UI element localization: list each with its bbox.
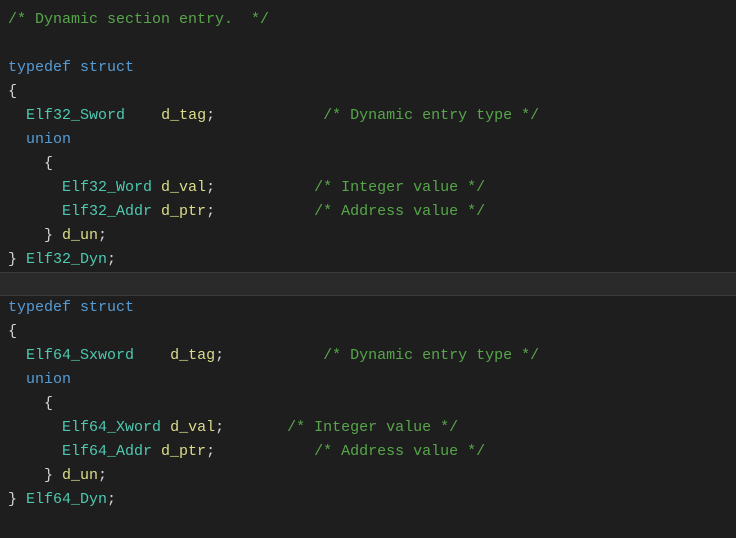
semicolon: ; — [206, 179, 314, 196]
indent — [8, 131, 26, 148]
type-name: Elf32_Sword — [26, 107, 125, 124]
identifier: d_ptr — [161, 443, 206, 460]
type-name: Elf64_Addr — [62, 443, 152, 460]
semicolon: ; — [98, 227, 107, 244]
brace-close: } — [8, 251, 26, 268]
identifier: d_val — [161, 179, 206, 196]
code-line[interactable]: Elf64_Xword d_val; /* Integer value */ — [0, 416, 736, 440]
identifier: d_ptr — [161, 203, 206, 220]
code-line[interactable]: { — [0, 320, 736, 344]
semicolon: ; — [206, 107, 323, 124]
code-line[interactable]: } Elf64_Dyn; — [0, 488, 736, 512]
semicolon: ; — [107, 491, 116, 508]
code-line[interactable]: } d_un; — [0, 464, 736, 488]
code-line[interactable]: { — [0, 392, 736, 416]
code-line[interactable]: union — [0, 128, 736, 152]
keyword-struct: struct — [71, 59, 134, 76]
code-line[interactable]: union — [0, 368, 736, 392]
spacer — [152, 179, 161, 196]
code-line-current[interactable] — [0, 272, 736, 296]
code-line[interactable]: typedef struct — [0, 56, 736, 80]
indent — [8, 107, 26, 124]
brace-close: } — [8, 467, 62, 484]
code-line[interactable]: Elf64_Sxword d_tag; /* Dynamic entry typ… — [0, 344, 736, 368]
spacer — [125, 107, 161, 124]
spacer — [152, 203, 161, 220]
code-line[interactable]: typedef struct — [0, 296, 736, 320]
indent — [8, 419, 62, 436]
brace-open: { — [8, 155, 53, 172]
code-line[interactable]: /* Dynamic section entry. */ — [0, 8, 736, 32]
code-line[interactable] — [0, 32, 736, 56]
code-line[interactable]: Elf32_Addr d_ptr; /* Address value */ — [0, 200, 736, 224]
code-line[interactable]: } Elf32_Dyn; — [0, 248, 736, 272]
semicolon: ; — [206, 443, 314, 460]
keyword-typedef: typedef — [8, 59, 71, 76]
brace-close: } — [8, 227, 62, 244]
keyword-union: union — [26, 371, 71, 388]
comment-text: /* Dynamic section entry. */ — [8, 11, 269, 28]
spacer — [161, 419, 170, 436]
indent — [8, 347, 26, 364]
code-line[interactable]: } d_un; — [0, 224, 736, 248]
semicolon: ; — [98, 467, 107, 484]
semicolon: ; — [206, 203, 314, 220]
brace-open: { — [8, 395, 53, 412]
comment-text: /* Address value */ — [314, 203, 485, 220]
type-name: Elf32_Dyn — [26, 251, 107, 268]
type-name: Elf64_Sxword — [26, 347, 134, 364]
spacer — [134, 347, 170, 364]
brace-open: { — [8, 83, 17, 100]
comment-text: /* Integer value */ — [314, 179, 485, 196]
identifier: d_tag — [170, 347, 215, 364]
indent — [8, 203, 62, 220]
brace-open: { — [8, 323, 17, 340]
keyword-struct: struct — [71, 299, 134, 316]
semicolon: ; — [107, 251, 116, 268]
code-line[interactable]: { — [0, 152, 736, 176]
semicolon: ; — [215, 347, 323, 364]
identifier: d_un — [62, 227, 98, 244]
semicolon: ; — [215, 419, 287, 436]
comment-text: /* Address value */ — [314, 443, 485, 460]
type-name: Elf32_Addr — [62, 203, 152, 220]
spacer — [152, 443, 161, 460]
comment-text: /* Integer value */ — [287, 419, 458, 436]
keyword-union: union — [26, 131, 71, 148]
type-name: Elf64_Dyn — [26, 491, 107, 508]
identifier: d_val — [170, 419, 215, 436]
type-name: Elf32_Word — [62, 179, 152, 196]
code-editor[interactable]: /* Dynamic section entry. */ typedef str… — [0, 8, 736, 512]
brace-close: } — [8, 491, 26, 508]
code-line[interactable]: Elf64_Addr d_ptr; /* Address value */ — [0, 440, 736, 464]
code-line[interactable]: { — [0, 80, 736, 104]
code-line[interactable]: Elf32_Sword d_tag; /* Dynamic entry type… — [0, 104, 736, 128]
type-name: Elf64_Xword — [62, 419, 161, 436]
identifier: d_un — [62, 467, 98, 484]
keyword-typedef: typedef — [8, 299, 71, 316]
indent — [8, 371, 26, 388]
comment-text: /* Dynamic entry type */ — [323, 107, 539, 124]
code-line[interactable]: Elf32_Word d_val; /* Integer value */ — [0, 176, 736, 200]
indent — [8, 179, 62, 196]
comment-text: /* Dynamic entry type */ — [323, 347, 539, 364]
indent — [8, 443, 62, 460]
identifier: d_tag — [161, 107, 206, 124]
